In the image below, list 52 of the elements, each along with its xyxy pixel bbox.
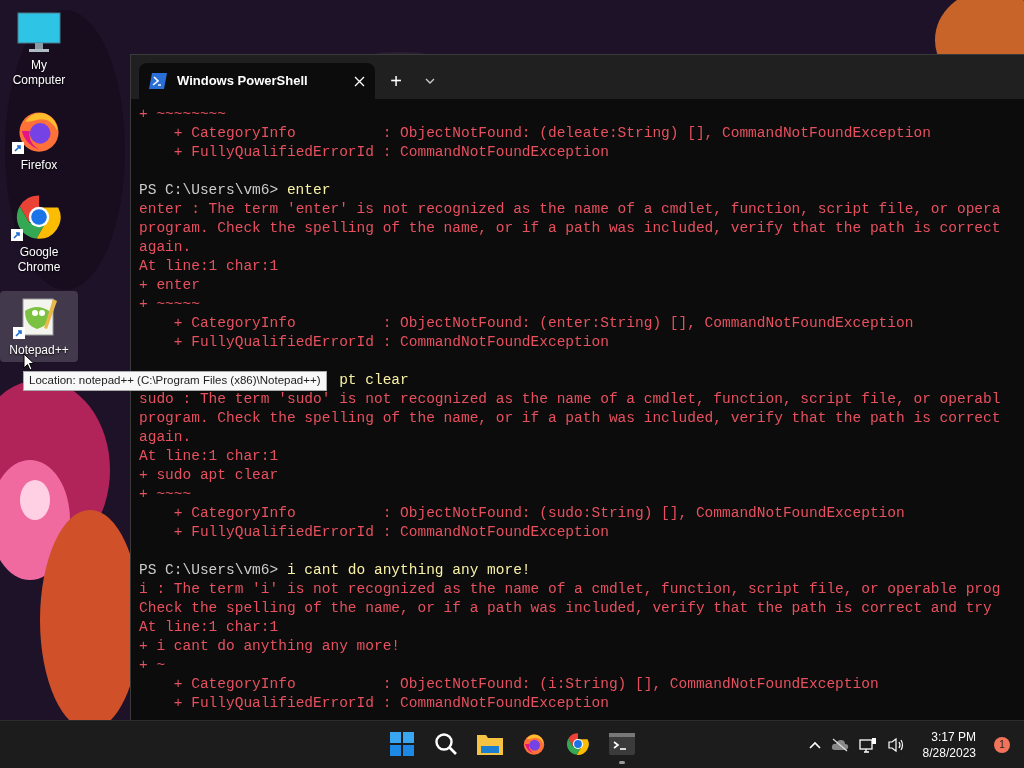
prompt: PS C:\Users\vm6> (139, 561, 279, 580)
new-tab-button[interactable]: + (379, 63, 413, 99)
error-line: + enter (139, 276, 201, 295)
error-line: + FullyQualifiedErrorId : CommandNotFoundException (172, 143, 610, 162)
error-line: + FullyQualifiedErrorId : CommandNotFoundException (172, 694, 610, 713)
error-line: Check the spelling of the name, or if a path was included, verify that the path is correct and try (139, 599, 993, 618)
search-icon (434, 732, 458, 756)
chevron-down-icon (425, 78, 435, 84)
error-line: + ~~~~~ (139, 295, 201, 314)
close-icon[interactable] (354, 75, 365, 87)
error-line: + CategoryInfo : ObjectNotFound: (i:String) [], CommandNotFoundException (172, 675, 880, 694)
error-line: i : The term 'i' is not recognized as the name of a cmdlet, function, script file, or operable prog (139, 580, 1002, 599)
windows-logo-icon (390, 732, 414, 756)
error-line: At line:1 char:1 (139, 618, 280, 637)
error-line: again. (139, 238, 193, 257)
chrome-icon (566, 732, 590, 756)
error-line: sudo : The term 'sudo' is not recognized as the name of a cmdlet, function, script file, or operabl (139, 390, 1002, 409)
error-line: + FullyQualifiedErrorId : CommandNotFoundException (172, 333, 610, 352)
error-line: + ~ (139, 656, 167, 675)
network-icon[interactable] (858, 736, 877, 753)
tab[interactable]: Windows PowerShell (139, 63, 375, 99)
active-indicator (619, 761, 625, 764)
cloud-off-icon[interactable] (830, 737, 849, 752)
clock[interactable]: 3:17 PM 8/28/2023 (922, 728, 976, 761)
error-line: + sudo apt clear (139, 466, 280, 485)
clock-time: 3:17 PM (931, 728, 976, 745)
terminal-icon (609, 733, 635, 755)
command: enter (286, 181, 331, 200)
command: i cant do anything any more! (286, 561, 531, 580)
firefox-icon (522, 732, 546, 756)
error-line: At line:1 char:1 (139, 447, 280, 466)
powershell-icon (149, 73, 167, 89)
error-line: program. Check the spelling of the name, or if a path was included, verify that the path is correct (139, 409, 1002, 428)
volume-icon[interactable] (886, 736, 905, 753)
tab-title: Windows PowerShell (177, 72, 309, 91)
error-line: At line:1 char:1 (139, 257, 280, 276)
error-line: + CategoryInfo : ObjectNotFound: (sudo:String) [], CommandNotFoundException (172, 504, 906, 523)
error-line: + CategoryInfo : ObjectNotFound: (deleate:String) [], CommandNotFoundException (172, 124, 932, 143)
error-line: + ~~~~~~~~ (139, 105, 227, 124)
error-line: program. Check the spelling of the name, or if a path was included, verify that the path is correct (139, 219, 1002, 238)
error-line: enter : The term 'enter' is not recognized as the name of a cmdlet, function, script file, or opera (139, 200, 1002, 219)
command: pt clear (339, 372, 409, 388)
error-line: + CategoryInfo : ObjectNotFound: (enter:String) [], CommandNotFoundException (172, 314, 915, 333)
error-line: + ~~~~ (139, 485, 193, 504)
chevron-up-icon[interactable] (808, 740, 821, 749)
error-line: again. (139, 428, 193, 447)
folder-icon (477, 733, 503, 755)
error-line: + i cant do anything any more! (139, 637, 402, 656)
notification-badge[interactable]: 1 (994, 736, 1010, 753)
error-line: + FullyQualifiedErrorId : CommandNotFoundException (172, 523, 610, 542)
clock-date: 8/28/2023 (922, 744, 976, 761)
prompt: PS C:\Users\vm6> (139, 181, 279, 200)
